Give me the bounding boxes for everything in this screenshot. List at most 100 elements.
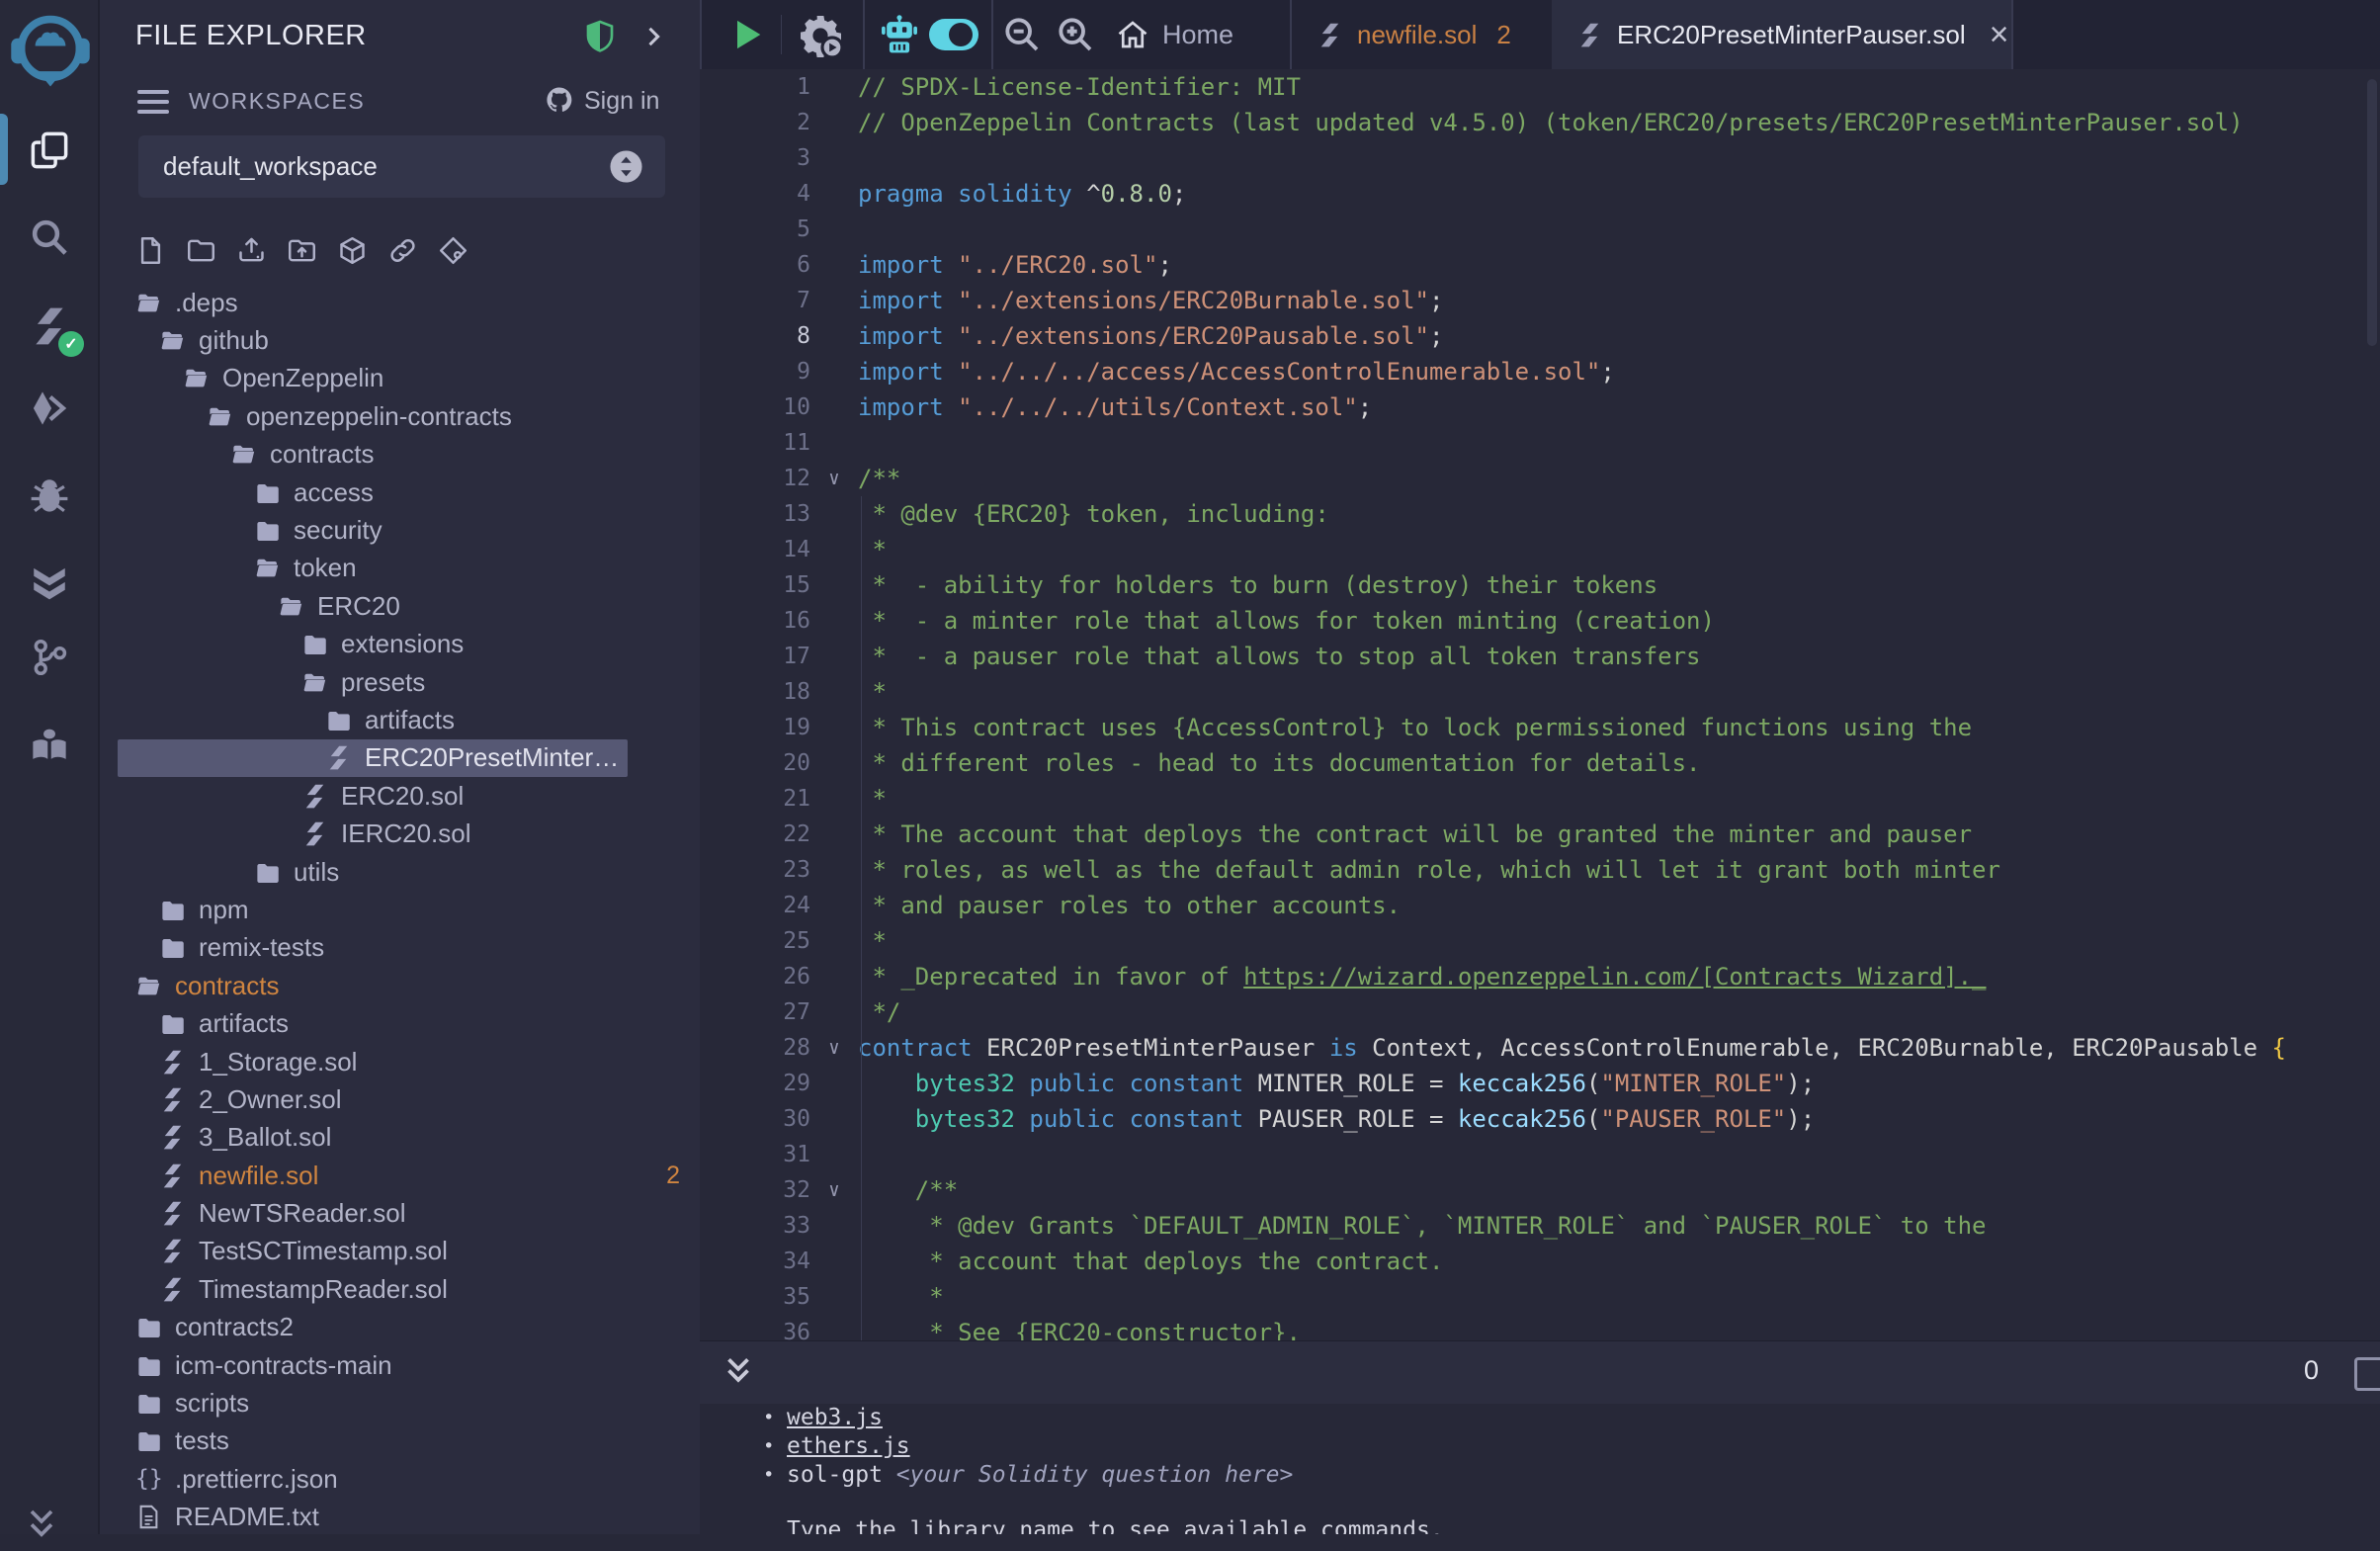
tree-item[interactable]: TimestampReader.sol — [100, 1270, 700, 1308]
new-file-icon[interactable] — [135, 235, 166, 266]
code-line[interactable]: 19 * This contract uses {AccessControl} … — [700, 710, 2380, 745]
sidebar-item-deploy-run[interactable] — [0, 366, 98, 451]
tree-item[interactable]: ERC20PresetMinterPauser.sol — [100, 739, 700, 777]
tab-newfile[interactable]: newfile.sol 2 — [1292, 0, 1552, 69]
code-line[interactable]: 32∨ /** — [700, 1172, 2380, 1208]
code-line[interactable]: 34 * account that deploys the contract. — [700, 1244, 2380, 1279]
clone-icon[interactable] — [438, 235, 468, 266]
sign-in-button[interactable]: Sign in — [584, 87, 659, 116]
workspace-select[interactable]: default_workspace — [138, 135, 665, 198]
tree-item[interactable]: npm — [100, 891, 700, 928]
sidebar-item-search[interactable] — [0, 195, 98, 280]
tree-item[interactable]: NewTSReader.sol — [100, 1194, 700, 1232]
copilot-robot-icon[interactable] — [878, 13, 921, 56]
copilot-toggle[interactable] — [929, 19, 978, 50]
tree-item[interactable]: artifacts — [100, 1004, 700, 1042]
remix-logo[interactable] — [10, 8, 91, 89]
upload-folder-icon[interactable] — [287, 235, 317, 266]
code-line[interactable]: 23 * roles, as well as the default admin… — [700, 852, 2380, 888]
tree-item[interactable]: contracts — [100, 967, 700, 1004]
editor-scrollbar[interactable] — [2367, 79, 2377, 346]
tree-item[interactable]: security — [100, 511, 700, 549]
code-line[interactable]: 29 bytes32 public constant MINTER_ROLE =… — [700, 1066, 2380, 1101]
code-line[interactable]: 1// SPDX-License-Identifier: MIT — [700, 69, 2380, 105]
tree-item[interactable]: remix-tests — [100, 929, 700, 967]
code-line[interactable]: 3 — [700, 140, 2380, 176]
sidebar-item-debugger[interactable] — [0, 453, 98, 538]
tree-item[interactable]: github — [100, 321, 700, 359]
tree-item[interactable]: scripts — [100, 1384, 700, 1422]
code-line[interactable]: 9import "../../../access/AccessControlEn… — [700, 354, 2380, 389]
code-line[interactable]: 14 * — [700, 532, 2380, 567]
tree-item[interactable]: access — [100, 474, 700, 511]
sidebar-item-solidity-compiler[interactable]: ✓ — [0, 284, 98, 369]
terminal-collapse-icon[interactable] — [720, 1353, 757, 1391]
tree-item[interactable]: .deps — [100, 284, 700, 321]
tree-item[interactable]: contracts — [100, 436, 700, 474]
tree-item[interactable]: ERC20 — [100, 587, 700, 625]
fold-chevron-icon[interactable]: ∨ — [810, 461, 858, 496]
code-line[interactable]: 15 * - ability for holders to burn (dest… — [700, 567, 2380, 603]
tree-item[interactable]: icm-contracts-main — [100, 1346, 700, 1384]
code-line[interactable]: 5 — [700, 212, 2380, 247]
sidebar-item-git[interactable] — [0, 615, 98, 700]
tree-item[interactable]: extensions — [100, 626, 700, 663]
code-line[interactable]: 36 * See {ERC20-constructor}. — [700, 1315, 2380, 1340]
terminal-window-icon[interactable] — [2354, 1357, 2380, 1391]
tree-item[interactable]: contracts2 — [100, 1309, 700, 1346]
tree-item[interactable]: TestSCTimestamp.sol — [100, 1233, 700, 1270]
code-line[interactable]: 21 * — [700, 781, 2380, 817]
tree-item[interactable]: token — [100, 550, 700, 587]
sidebar-item-learneth[interactable] — [0, 702, 98, 787]
code-line[interactable]: 24 * and pauser roles to other accounts. — [700, 888, 2380, 923]
new-folder-icon[interactable] — [186, 235, 216, 266]
collapse-sidebar-icon[interactable] — [22, 1507, 61, 1551]
code-line[interactable]: 35 * — [700, 1279, 2380, 1315]
tree-item[interactable]: 2_Owner.sol — [100, 1080, 700, 1118]
terminal-link[interactable]: ethers.js — [787, 1432, 910, 1461]
code-line[interactable]: 13 * @dev {ERC20} token, including: — [700, 496, 2380, 532]
terminal-link[interactable]: web3.js — [787, 1404, 883, 1432]
code-line[interactable]: 22 * The account that deploys the contra… — [700, 817, 2380, 852]
tree-item[interactable]: README.txt — [100, 1499, 700, 1535]
tree-item[interactable]: tests — [100, 1422, 700, 1460]
code-line[interactable]: 2// OpenZeppelin Contracts (last updated… — [700, 105, 2380, 140]
fold-chevron-icon[interactable]: ∨ — [810, 1030, 858, 1066]
code-editor[interactable]: 1// SPDX-License-Identifier: MIT2// Open… — [700, 69, 2380, 1340]
code-line[interactable]: 31 — [700, 1137, 2380, 1172]
code-line[interactable]: 25 * — [700, 923, 2380, 959]
workspace-menu-icon[interactable] — [137, 90, 169, 120]
chevron-right-icon[interactable] — [639, 23, 667, 50]
code-line[interactable]: 17 * - a pauser role that allows to stop… — [700, 639, 2380, 674]
code-line[interactable]: 12∨/** — [700, 461, 2380, 496]
code-line[interactable]: 16 * - a minter role that allows for tok… — [700, 603, 2380, 639]
script-config-button[interactable] — [797, 12, 844, 59]
cube-icon[interactable] — [337, 235, 368, 266]
tree-item[interactable]: 1_Storage.sol — [100, 1043, 700, 1080]
code-line[interactable]: 10import "../../../utils/Context.sol"; — [700, 389, 2380, 425]
tree-item[interactable]: 3_Ballot.sol — [100, 1119, 700, 1157]
tree-item[interactable]: {}.prettierrc.json — [100, 1460, 700, 1498]
sidebar-item-unit-testing[interactable] — [0, 539, 98, 624]
tree-item[interactable]: newfile.sol2 — [100, 1157, 700, 1194]
run-script-button[interactable] — [727, 15, 767, 54]
code-line[interactable]: 7import "../extensions/ERC20Burnable.sol… — [700, 283, 2380, 318]
code-line[interactable]: 26 * _Deprecated in favor of https://wiz… — [700, 959, 2380, 994]
code-line[interactable]: 11 — [700, 425, 2380, 461]
tree-item[interactable]: artifacts — [100, 701, 700, 738]
code-line[interactable]: 33 * @dev Grants `DEFAULT_ADMIN_ROLE`, `… — [700, 1208, 2380, 1244]
code-line[interactable]: 28∨contract ERC20PresetMinterPauser is C… — [700, 1030, 2380, 1066]
code-line[interactable]: 4pragma solidity ^0.8.0; — [700, 176, 2380, 212]
tree-item[interactable]: utils — [100, 853, 700, 891]
tab-erc20-preset-minter-pauser[interactable]: ERC20PresetMinterPauser.sol × — [1552, 0, 2011, 69]
fold-chevron-icon[interactable]: ∨ — [810, 1172, 858, 1208]
code-line[interactable]: 18 * — [700, 674, 2380, 710]
tree-item[interactable]: ERC20.sol — [100, 777, 700, 815]
sidebar-item-file-explorer[interactable] — [0, 108, 98, 193]
code-line[interactable]: 8import "../extensions/ERC20Pausable.sol… — [700, 318, 2380, 354]
zoom-out-button[interactable] — [1002, 15, 1042, 54]
link-icon[interactable] — [387, 235, 418, 266]
tree-item[interactable]: presets — [100, 663, 700, 701]
code-line[interactable]: 6import "../ERC20.sol"; — [700, 247, 2380, 283]
tree-item[interactable]: IERC20.sol — [100, 815, 700, 852]
